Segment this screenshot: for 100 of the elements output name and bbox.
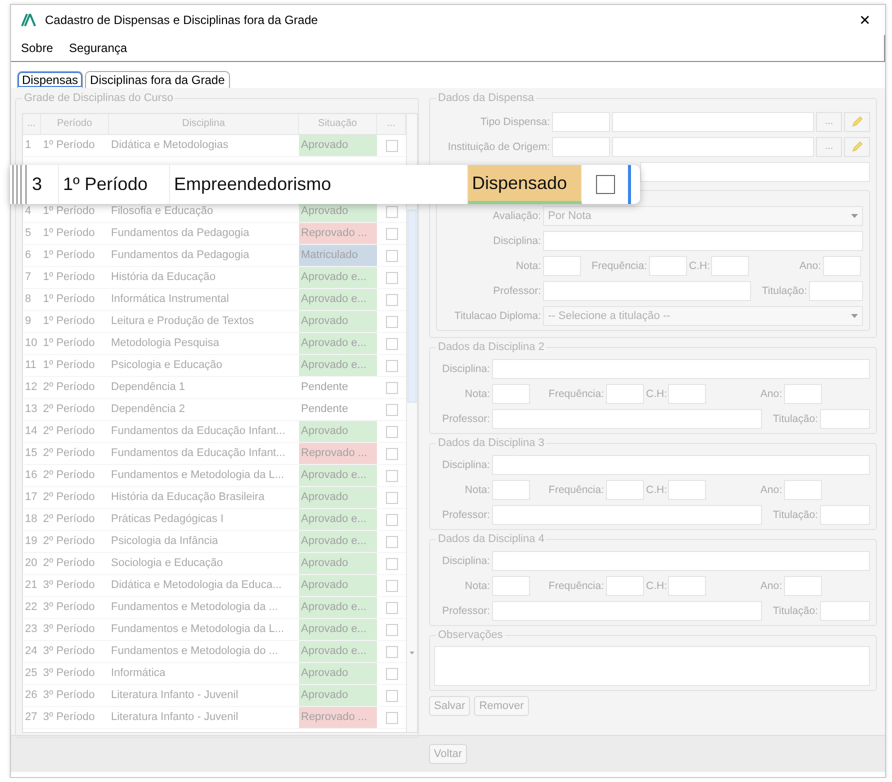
field-label: Titulação: xyxy=(772,412,818,424)
input-field[interactable] xyxy=(820,600,870,620)
input-field[interactable] xyxy=(640,162,870,182)
field-label: Titulação: xyxy=(772,508,818,520)
table-cell-text: 1º Período xyxy=(42,292,96,307)
table-cell-text: 1 xyxy=(24,138,32,153)
input-field[interactable] xyxy=(492,600,762,620)
status-cell-text: Pendente xyxy=(300,380,350,395)
input-field[interactable] xyxy=(784,576,822,596)
table-cell-text: 2º Período xyxy=(42,468,96,483)
input-field[interactable] xyxy=(543,256,581,276)
column-header[interactable]: Situação xyxy=(299,114,377,134)
status-cell: Aprovado e... xyxy=(299,597,377,618)
edit-button[interactable] xyxy=(844,136,870,156)
edit-button[interactable] xyxy=(844,112,870,132)
menu-item[interactable]: Segurança xyxy=(69,41,128,55)
table-cell-text: 15 xyxy=(24,446,38,461)
input-field[interactable] xyxy=(820,408,870,428)
back-button[interactable]: Voltar xyxy=(428,744,468,764)
field-label: Disciplina: xyxy=(441,458,490,470)
input-field[interactable] xyxy=(492,454,870,474)
table-cell-text: Fundamentos da Educação Infant... xyxy=(110,424,286,439)
status-cell: Aprovado e... xyxy=(299,531,377,552)
status-cell: Aprovado e... xyxy=(299,509,377,530)
menu-item[interactable]: Sobre xyxy=(21,41,54,55)
form-button[interactable]: Salvar xyxy=(429,696,470,716)
input-field[interactable] xyxy=(492,480,530,500)
table-cell-text: História da Educação Brasileira xyxy=(110,490,266,505)
table-cell-text: Dependência 2 xyxy=(110,402,186,417)
table-cell-text: 1º Período xyxy=(42,358,96,373)
input-field[interactable] xyxy=(543,230,863,250)
input-field[interactable] xyxy=(606,384,644,404)
column-header[interactable]: ... xyxy=(23,114,41,134)
input-field[interactable] xyxy=(784,384,822,404)
scrollbar[interactable] xyxy=(406,114,417,732)
column-header[interactable]: Disciplina xyxy=(109,114,299,134)
table-cell-text: 1º Período xyxy=(42,226,96,241)
input-field[interactable] xyxy=(492,504,762,524)
input-field[interactable] xyxy=(668,576,706,596)
table-cell-text: Didática e Metodologia da Educa... xyxy=(110,578,283,593)
input-field[interactable] xyxy=(809,280,863,300)
table-cell-text: 3º Período xyxy=(42,688,96,703)
field-label: Ano: xyxy=(798,260,821,272)
field-label: Frequência: xyxy=(548,484,604,496)
input-field[interactable] xyxy=(552,136,610,156)
text-area[interactable] xyxy=(434,646,870,686)
table-cell-text: 5 xyxy=(24,226,32,241)
table-cell-text: Filosofia e Educação xyxy=(110,204,214,219)
status-cell: Aprovado xyxy=(299,575,377,596)
status-cell: Reprovado ... xyxy=(299,223,377,244)
input-field[interactable] xyxy=(711,256,749,276)
input-field[interactable] xyxy=(492,576,530,596)
tab[interactable]: Dispensas xyxy=(17,71,84,88)
field-label: Nota: xyxy=(464,580,490,592)
pencil-icon xyxy=(850,140,864,154)
table-cell-text: Informática xyxy=(110,666,166,681)
table-cell-text: Metodologia Pesquisa xyxy=(110,336,220,351)
column-header[interactable]: Período xyxy=(41,114,109,134)
table-cell-text: 21 xyxy=(24,578,38,593)
input-field[interactable] xyxy=(668,384,706,404)
dropdown[interactable]: -- Selecione a titulação -- xyxy=(543,306,863,326)
input-field[interactable] xyxy=(612,136,814,156)
table-cell-text: 2º Período xyxy=(42,402,96,417)
field-label: Professor: xyxy=(441,412,490,424)
group-title: Dados da Dispensa xyxy=(436,92,536,104)
window-title: Cadastro de Dispensas e Disciplinas fora da Grade xyxy=(45,13,319,27)
table-cell-text: 3º Período xyxy=(42,666,96,681)
field-label: Nota: xyxy=(464,388,490,400)
table-cell-text: 25 xyxy=(24,666,38,681)
lookup-button[interactable]: ... xyxy=(816,112,842,132)
checkbox[interactable] xyxy=(596,175,614,194)
input-field[interactable] xyxy=(492,408,762,428)
tab[interactable]: Disciplinas fora da Grade xyxy=(85,71,230,88)
form-button[interactable]: Remover xyxy=(474,696,529,716)
field-label: Titulação: xyxy=(772,604,818,616)
status-cell: Aprovado xyxy=(299,663,377,684)
lookup-button[interactable]: ... xyxy=(816,136,842,156)
table-cell-text: 2º Período xyxy=(42,556,96,571)
table-cell-text: 24 xyxy=(24,644,38,659)
input-field[interactable] xyxy=(784,480,822,500)
input-field[interactable] xyxy=(492,550,870,570)
field-label: Professor: xyxy=(441,508,490,520)
status-cell: Aprovado e... xyxy=(299,465,377,486)
dropdown[interactable]: Por Nota xyxy=(543,206,863,226)
close-button[interactable]: ✕ xyxy=(855,12,875,28)
input-field[interactable] xyxy=(612,112,814,132)
input-field[interactable] xyxy=(606,576,644,596)
input-field[interactable] xyxy=(492,358,870,378)
input-field[interactable] xyxy=(552,112,610,132)
input-field[interactable] xyxy=(820,504,870,524)
field-label: Disciplina: xyxy=(441,554,490,566)
field-label: Ano: xyxy=(759,388,782,400)
input-field[interactable] xyxy=(823,256,861,276)
input-field[interactable] xyxy=(543,280,751,300)
input-field[interactable] xyxy=(649,256,687,276)
input-field[interactable] xyxy=(668,480,706,500)
input-field[interactable] xyxy=(606,480,644,500)
table-cell-text: História da Educação xyxy=(110,270,217,285)
input-field[interactable] xyxy=(492,384,530,404)
field-label: Avaliação: xyxy=(492,210,541,222)
